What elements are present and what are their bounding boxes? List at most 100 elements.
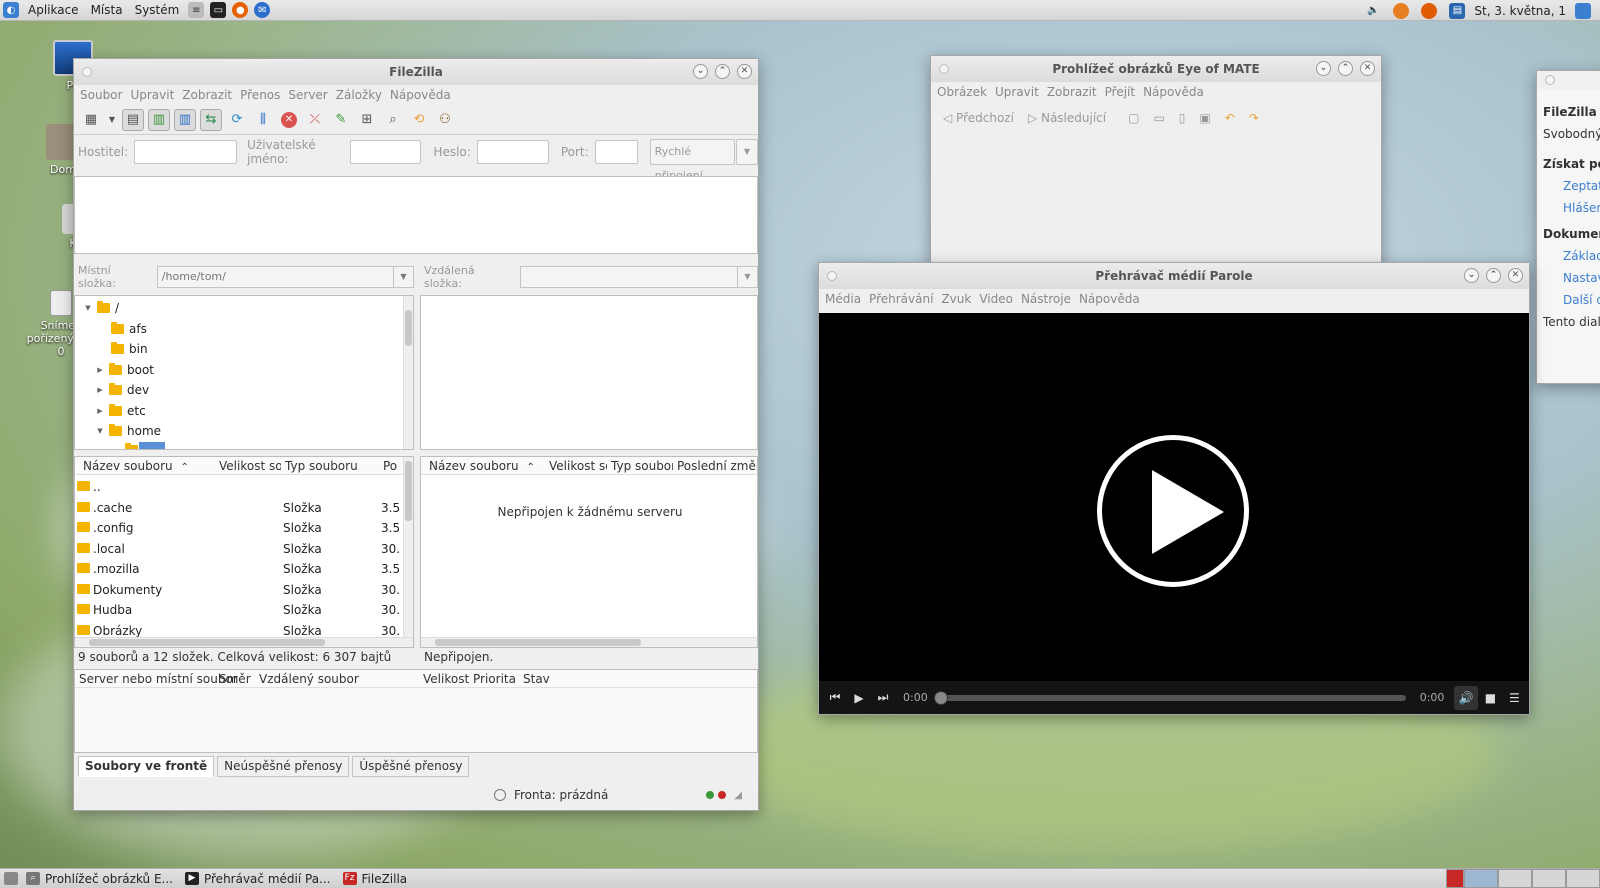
menu-tools[interactable]: Nástroje bbox=[1019, 292, 1077, 306]
task-parole[interactable]: ▶ Přehrávač médií Pa... bbox=[181, 870, 339, 888]
menu-view[interactable]: Zobrazit bbox=[180, 88, 238, 102]
directory-listing-filters-icon[interactable]: ⊞ bbox=[356, 109, 378, 131]
maximize-icon[interactable]: ⌃ bbox=[1338, 61, 1353, 76]
menu-edit[interactable]: Upravit bbox=[993, 85, 1045, 99]
menu-help[interactable]: Nápověda bbox=[1141, 85, 1210, 99]
minimize-icon[interactable]: ⌄ bbox=[1464, 268, 1479, 283]
seek-handle[interactable] bbox=[933, 690, 948, 705]
menu-help[interactable]: Nápověda bbox=[388, 88, 457, 102]
refresh-icon[interactable]: ⟳ bbox=[226, 109, 248, 131]
queue-column-size[interactable]: Velikost bbox=[423, 672, 473, 686]
close-icon[interactable]: ✕ bbox=[1508, 268, 1523, 283]
menu-audio[interactable]: Zvuk bbox=[939, 292, 977, 306]
seek-bar[interactable] bbox=[933, 690, 1406, 705]
search-files-icon[interactable]: ⚇ bbox=[434, 109, 456, 131]
disconnect-icon[interactable]: ⤫ bbox=[304, 109, 326, 131]
file-row[interactable]: Hudba Složka 30. bbox=[75, 600, 405, 621]
remote-path-combo[interactable]: ▼ bbox=[520, 266, 758, 288]
menu-help[interactable]: Nápověda bbox=[1077, 292, 1146, 306]
previous-track-icon[interactable]: ⏮ bbox=[823, 686, 847, 710]
column-header-size[interactable]: Velikost sou bbox=[545, 459, 607, 473]
expand-arrow-icon[interactable]: ▶ bbox=[95, 407, 105, 415]
file-row[interactable]: .mozilla Složka 3.5 bbox=[75, 559, 405, 580]
fit-icon[interactable]: ▣ bbox=[1199, 111, 1210, 125]
menu-video[interactable]: Video bbox=[977, 292, 1019, 306]
username-input[interactable] bbox=[350, 140, 422, 164]
collapse-arrow-icon[interactable]: ▼ bbox=[95, 427, 105, 435]
site-manager-icon[interactable]: ▦ bbox=[80, 109, 102, 131]
rotate-right-icon[interactable]: ↷ bbox=[1249, 111, 1259, 125]
normal-size-icon[interactable]: ▯ bbox=[1179, 111, 1186, 125]
resize-grip-icon[interactable]: ◢ bbox=[734, 790, 742, 801]
file-row[interactable]: Dokumenty Složka 30. bbox=[75, 580, 405, 601]
expand-arrow-icon[interactable]: ▶ bbox=[95, 386, 105, 394]
clock[interactable]: St, 3. května, 1 bbox=[1474, 4, 1566, 18]
zoom-in-icon[interactable]: ▢ bbox=[1128, 111, 1139, 125]
remote-list-hscrollbar[interactable] bbox=[421, 637, 757, 647]
menu-playback[interactable]: Přehrávání bbox=[867, 292, 939, 306]
menu-server[interactable]: Server bbox=[286, 88, 333, 102]
task-filezilla[interactable]: Fz FileZilla bbox=[339, 870, 416, 888]
eog-titlebar[interactable]: Prohlížeč obrázků Eye of MATE ⌄ ⌃ ✕ bbox=[931, 56, 1381, 82]
play-overlay-icon[interactable] bbox=[1097, 435, 1249, 587]
quickconnect-button[interactable]: Rychlé připojení bbox=[649, 139, 736, 182]
tree-item[interactable]: ▶ dev bbox=[75, 380, 413, 401]
tree-item[interactable]: ▶ boot bbox=[75, 360, 413, 381]
filezilla-titlebar[interactable]: FileZilla ⌄ ⌃ ✕ bbox=[74, 59, 758, 85]
workspace-4[interactable] bbox=[1566, 869, 1600, 888]
host-input[interactable] bbox=[134, 140, 238, 164]
column-header-type[interactable]: Typ souboru bbox=[607, 459, 673, 473]
show-desktop-button[interactable] bbox=[0, 870, 22, 888]
close-icon[interactable]: ✕ bbox=[737, 64, 752, 79]
about-link-ask[interactable]: Zeptat bbox=[1543, 175, 1600, 197]
file-row[interactable]: .cache Složka 3.5 bbox=[75, 498, 405, 519]
reconnect-icon[interactable]: ✎ bbox=[330, 109, 352, 131]
queue-column-direction[interactable]: Směr bbox=[219, 672, 259, 686]
transfer-queue[interactable]: Server nebo místní soubor Směr Vzdálený … bbox=[74, 669, 758, 753]
menu-edit[interactable]: Upravit bbox=[128, 88, 180, 102]
next-button[interactable]: ▷ Následující bbox=[1028, 111, 1106, 125]
queue-column-status[interactable]: Stav bbox=[523, 672, 583, 686]
file-row[interactable]: .. bbox=[75, 477, 405, 498]
playlist-icon[interactable]: ☰ bbox=[1502, 686, 1526, 710]
volume-icon[interactable]: 🔈 bbox=[1365, 3, 1381, 19]
tree-item[interactable]: afs bbox=[75, 319, 413, 340]
menu-bookmarks[interactable]: Záložky bbox=[334, 88, 388, 102]
prev-button[interactable]: ◁ Předchozí bbox=[943, 111, 1014, 125]
fullscreen-icon[interactable]: ■ bbox=[1478, 686, 1502, 710]
local-path-combo[interactable]: /home/tom/ ▼ bbox=[156, 266, 414, 288]
tree-item[interactable]: ▶ etc bbox=[75, 401, 413, 422]
close-icon[interactable]: ✕ bbox=[1360, 61, 1375, 76]
play-icon[interactable]: ▶ bbox=[847, 686, 871, 710]
menu-system[interactable]: Systém bbox=[129, 3, 186, 17]
about-link-more[interactable]: Další do bbox=[1543, 289, 1600, 311]
volume-icon[interactable]: 🔊 bbox=[1454, 685, 1479, 710]
update-icon[interactable] bbox=[1393, 2, 1410, 19]
chevron-down-icon[interactable]: ▼ bbox=[737, 267, 757, 287]
column-header-name[interactable]: Název souboru ⌃ bbox=[75, 459, 215, 473]
maximize-icon[interactable]: ⌃ bbox=[1486, 268, 1501, 283]
local-tree[interactable]: ▼ / afs bin ▶ boot ▶ dev ▶ etc ▼ home bbox=[74, 295, 414, 450]
column-header-type[interactable]: Typ souboru bbox=[281, 459, 379, 473]
remote-tree[interactable] bbox=[420, 295, 758, 450]
tab-successful-transfers[interactable]: Úspěšné přenosy bbox=[352, 756, 470, 777]
workspace-3[interactable] bbox=[1532, 869, 1566, 888]
text-editor-icon[interactable]: ≡ bbox=[188, 2, 205, 18]
file-row[interactable]: .config Složka 3.5 bbox=[75, 518, 405, 539]
menu-media[interactable]: Média bbox=[823, 292, 867, 306]
process-queue-icon[interactable]: ⫼ bbox=[252, 109, 274, 131]
menu-transfer[interactable]: Přenos bbox=[238, 88, 286, 102]
menu-applications[interactable]: Aplikace bbox=[22, 3, 85, 17]
window-menu-icon[interactable] bbox=[939, 64, 949, 74]
queue-column-priority[interactable]: Priorita bbox=[473, 672, 523, 686]
local-list-scrollbar[interactable] bbox=[403, 457, 413, 637]
collapse-arrow-icon[interactable]: ▼ bbox=[83, 304, 93, 312]
parole-titlebar[interactable]: Přehrávač médií Parole ⌄ ⌃ ✕ bbox=[819, 263, 1529, 289]
message-log[interactable] bbox=[74, 176, 758, 254]
about-link-basics[interactable]: Základ bbox=[1543, 245, 1600, 267]
column-header-modified[interactable]: Po bbox=[379, 459, 405, 473]
column-header-name[interactable]: Název souboru ⌃ bbox=[421, 459, 545, 473]
workspace-1[interactable] bbox=[1464, 869, 1498, 888]
tree-item[interactable]: ▼ home bbox=[75, 421, 413, 442]
firefox-icon[interactable]: ● bbox=[232, 2, 249, 18]
